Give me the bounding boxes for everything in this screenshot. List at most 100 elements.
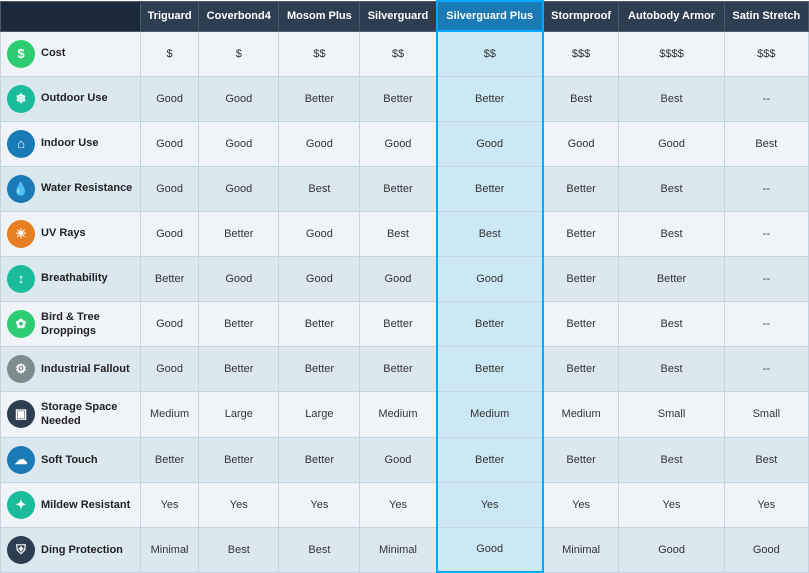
feature-cell-7: ⚙ Industrial Fallout	[1, 347, 141, 392]
cell-r5-c2: Good	[279, 256, 360, 301]
cell-r2-c6: Good	[619, 121, 724, 166]
cell-r2-c0: Good	[141, 121, 199, 166]
cell-r5-c5: Better	[543, 256, 619, 301]
cell-r10-c5: Yes	[543, 482, 619, 527]
feature-label-4: UV Rays	[41, 226, 86, 240]
cell-r3-c5: Better	[543, 166, 619, 211]
feature-cell-0: $Cost	[1, 31, 141, 76]
cell-r9-c3: Good	[360, 437, 437, 482]
feature-icon-10: ✦	[7, 491, 35, 519]
cell-r7-c5: Better	[543, 347, 619, 392]
cell-r6-c5: Better	[543, 301, 619, 347]
feature-icon-6: ✿	[7, 310, 35, 338]
cell-r5-c0: Better	[141, 256, 199, 301]
cell-r2-c1: Good	[199, 121, 279, 166]
header-col-coverbond4: Coverbond4	[199, 1, 279, 31]
cell-r0-c0: $	[141, 31, 199, 76]
header-col-stormproof: Stormproof	[543, 1, 619, 31]
table-row: ▣Storage Space NeededMediumLargeLargeMed…	[1, 392, 809, 438]
table-row: ❄Outdoor UseGoodGoodBetterBetterBetterBe…	[1, 76, 809, 121]
feature-label-6: Bird & Tree Droppings	[41, 310, 136, 339]
table-row: ✦Mildew ResistantYesYesYesYesYesYesYesYe…	[1, 482, 809, 527]
feature-label-3: Water Resistance	[41, 181, 132, 195]
cell-r5-c7: --	[724, 256, 808, 301]
cell-r8-c4: Medium	[437, 392, 543, 438]
header-col-silverguard: Silverguard	[360, 1, 437, 31]
feature-icon-3: 💧	[7, 175, 35, 203]
cell-r1-c3: Better	[360, 76, 437, 121]
cell-r1-c2: Better	[279, 76, 360, 121]
feature-icon-7: ⚙	[7, 355, 35, 383]
feature-cell-5: ↕Breathability	[1, 256, 141, 301]
cell-r10-c0: Yes	[141, 482, 199, 527]
cell-r6-c4: Better	[437, 301, 543, 347]
cell-r8-c3: Medium	[360, 392, 437, 438]
feature-label-9: Soft Touch	[41, 453, 98, 467]
cell-r3-c6: Best	[619, 166, 724, 211]
cell-r0-c2: $$	[279, 31, 360, 76]
cell-r2-c7: Best	[724, 121, 808, 166]
cell-r3-c1: Good	[199, 166, 279, 211]
feature-cell-2: ⌂Indoor Use	[1, 121, 141, 166]
feature-icon-8: ▣	[7, 400, 35, 428]
feature-cell-4: ☀ UV Rays	[1, 211, 141, 256]
cell-r2-c3: Good	[360, 121, 437, 166]
cell-r2-c2: Good	[279, 121, 360, 166]
cell-r4-c5: Better	[543, 211, 619, 256]
feature-label-8: Storage Space Needed	[41, 400, 136, 429]
cell-r1-c4: Better	[437, 76, 543, 121]
feature-icon-1: ❄	[7, 85, 35, 113]
cell-r3-c0: Good	[141, 166, 199, 211]
cell-r6-c1: Better	[199, 301, 279, 347]
cell-r7-c2: Better	[279, 347, 360, 392]
feature-label-5: Breathability	[41, 271, 108, 285]
cell-r8-c0: Medium	[141, 392, 199, 438]
cell-r4-c0: Good	[141, 211, 199, 256]
cell-r7-c7: --	[724, 347, 808, 392]
header-col-satin_stretch: Satin Stretch	[724, 1, 808, 31]
cell-r1-c7: --	[724, 76, 808, 121]
table-row: ⌂Indoor UseGoodGoodGoodGoodGoodGoodGoodB…	[1, 121, 809, 166]
cell-r2-c4: Good	[437, 121, 543, 166]
cell-r1-c5: Best	[543, 76, 619, 121]
cell-r4-c6: Best	[619, 211, 724, 256]
feature-icon-4: ☀	[7, 220, 35, 248]
cell-r1-c6: Best	[619, 76, 724, 121]
cell-r8-c1: Large	[199, 392, 279, 438]
cell-r9-c4: Better	[437, 437, 543, 482]
cell-r7-c1: Better	[199, 347, 279, 392]
cell-r0-c5: $$$	[543, 31, 619, 76]
table-row: ✿Bird & Tree DroppingsGoodBetterBetterBe…	[1, 301, 809, 347]
cell-r9-c0: Better	[141, 437, 199, 482]
header-col-triguard: Triguard	[141, 1, 199, 31]
cell-r10-c2: Yes	[279, 482, 360, 527]
cell-r9-c2: Better	[279, 437, 360, 482]
feature-cell-10: ✦Mildew Resistant	[1, 482, 141, 527]
cell-r7-c3: Better	[360, 347, 437, 392]
cell-r4-c1: Better	[199, 211, 279, 256]
feature-icon-9: ☁	[7, 446, 35, 474]
cell-r9-c5: Better	[543, 437, 619, 482]
cell-r10-c7: Yes	[724, 482, 808, 527]
cell-r5-c1: Good	[199, 256, 279, 301]
header-feature-col	[1, 1, 141, 31]
header-col-silverguard_plus: Silverguard Plus	[437, 1, 543, 31]
cell-r0-c3: $$	[360, 31, 437, 76]
cell-r5-c6: Better	[619, 256, 724, 301]
cell-r8-c5: Medium	[543, 392, 619, 438]
table-row: ⚙Industrial FalloutGoodBetterBetterBette…	[1, 347, 809, 392]
cell-r8-c6: Small	[619, 392, 724, 438]
cell-r7-c0: Good	[141, 347, 199, 392]
header-col-autobody_armor: Autobody Armor	[619, 1, 724, 31]
cell-r4-c2: Good	[279, 211, 360, 256]
comparison-table-wrapper: TriguardCoverbond4Mosom PlusSilverguardS…	[0, 0, 809, 573]
cell-r0-c6: $$$$	[619, 31, 724, 76]
feature-label-7: Industrial Fallout	[41, 362, 130, 376]
cell-r4-c3: Best	[360, 211, 437, 256]
cell-r4-c4: Best	[437, 211, 543, 256]
cell-r6-c2: Better	[279, 301, 360, 347]
cell-r6-c3: Better	[360, 301, 437, 347]
feature-label-0: Cost	[41, 46, 65, 60]
feature-cell-6: ✿Bird & Tree Droppings	[1, 301, 141, 347]
cell-r8-c7: Small	[724, 392, 808, 438]
